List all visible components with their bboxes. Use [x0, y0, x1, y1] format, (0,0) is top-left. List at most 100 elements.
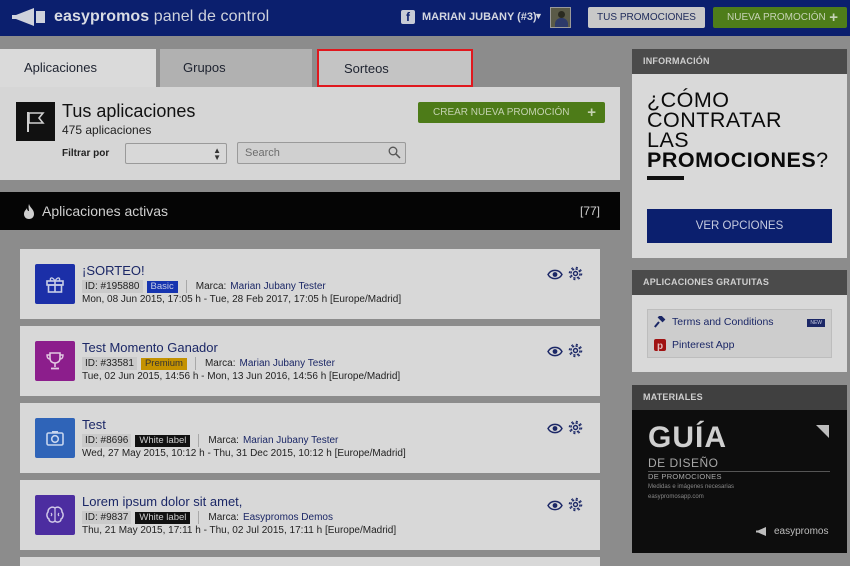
megaphone-icon	[756, 527, 766, 536]
info-headline: ¿CÓMO CONTRATAR LAS PROMOCIONES?	[647, 88, 829, 172]
flag-icon-box	[16, 102, 55, 141]
pinterest-icon: p	[654, 339, 666, 351]
app-name[interactable]: ¡SORTEO!	[82, 263, 145, 278]
tab-applications[interactable]: Aplicaciones	[0, 49, 156, 89]
app-meta: ID: #9837 White label Marca: Easypromos …	[82, 511, 333, 524]
brand-link[interactable]: Easypromos Demos	[243, 512, 333, 523]
brand-link[interactable]: Marian Jubany Tester	[240, 358, 335, 369]
svg-text:p: p	[657, 341, 663, 351]
app-name[interactable]: Test Momento Ganador	[82, 340, 218, 355]
information-panel: INFORMACIÓN ¿CÓMO CONTRATAR LAS PROMOCIO…	[632, 49, 847, 258]
free-app-pinterest[interactable]: p Pinterest App	[654, 339, 734, 351]
gear-icon[interactable]	[568, 420, 583, 435]
app-card[interactable]	[20, 557, 600, 566]
app-id: ID: #33581	[82, 357, 137, 370]
free-app-terms[interactable]: Terms and Conditions	[654, 316, 774, 328]
plus-icon: +	[829, 9, 838, 26]
tab-groups[interactable]: Grupos	[160, 49, 312, 87]
flag-icon	[27, 112, 45, 132]
cover-site: easypromosapp.com	[648, 494, 704, 500]
eye-icon[interactable]	[547, 423, 563, 434]
logo[interactable]: easypromos panel de control	[12, 7, 269, 27]
plan-badge: Basic	[146, 280, 178, 293]
logo-text: easypromos panel de control	[54, 8, 270, 25]
brand-label: Marca:	[195, 281, 227, 292]
divider	[647, 176, 684, 180]
gear-icon[interactable]	[568, 266, 583, 281]
top-bar: easypromos panel de control f MARIAN JUB…	[0, 0, 850, 36]
brand-link[interactable]: Marian Jubany Tester	[243, 435, 338, 446]
search-icon[interactable]	[388, 146, 401, 159]
applications-count: 475 aplicaciones	[62, 123, 152, 137]
brand-label: Marca:	[208, 435, 239, 446]
free-apps-header: APLICACIONES GRATUITAS	[632, 270, 847, 295]
caret-down-icon[interactable]: ▼	[534, 11, 543, 21]
app-id: ID: #195880	[82, 280, 143, 293]
plan-badge: White label	[135, 511, 191, 524]
select-arrows-icon: ▲ ▼	[213, 146, 221, 162]
free-apps-panel: APLICACIONES GRATUITAS Terms and Conditi…	[632, 270, 847, 372]
filter-select[interactable]: ▲ ▼	[125, 143, 227, 164]
gavel-icon	[654, 316, 666, 328]
filter-label: Filtrar por	[62, 148, 110, 159]
free-app-label: Terms and Conditions	[672, 316, 774, 328]
avatar[interactable]	[550, 7, 571, 28]
app-dates: Wed, 27 May 2015, 10:12 h - Thu, 31 Dec …	[82, 448, 406, 459]
free-apps-list: Terms and Conditions NEW p Pinterest App	[647, 309, 832, 358]
page-corner-icon	[816, 425, 829, 438]
gift-icon	[35, 264, 75, 304]
brand-label: Marca:	[204, 358, 236, 369]
cover-small-text: Medidas e imágenes necesarias	[648, 484, 735, 490]
eye-icon[interactable]	[547, 269, 563, 280]
app-dates: Tue, 02 Jun 2015, 14:56 h - Mon, 13 Jun …	[82, 371, 401, 382]
my-promotions-button[interactable]: TUS PROMOCIONES	[588, 7, 705, 28]
app-card[interactable]: ¡SORTEO! ID: #195880 Basic Marca: Marian…	[20, 249, 600, 319]
materials-header: MATERIALES	[632, 385, 847, 410]
app-card[interactable]: Lorem ipsum dolor sit amet, ID: #9837 Wh…	[20, 480, 600, 550]
materials-panel: MATERIALES GUÍA DE DISEÑO DE PROMOCIONES…	[632, 385, 847, 553]
plan-badge: White label	[135, 434, 191, 447]
create-promotion-label: CREAR NUEVA PROMOCIÓN	[433, 107, 570, 118]
active-applications-count: [77]	[580, 204, 601, 218]
view-options-button[interactable]: VER OPCIONES	[647, 209, 832, 243]
user-name[interactable]: MARIAN JUBANY (#3)	[422, 11, 537, 23]
app-id: ID: #8696	[82, 434, 132, 447]
plan-badge: Premium	[140, 357, 187, 370]
app-card[interactable]: Test Momento Ganador ID: #33581 Premium …	[20, 326, 600, 396]
brand-link[interactable]: Marian Jubany Tester	[230, 281, 325, 292]
information-header: INFORMACIÓN	[632, 49, 847, 74]
megaphone-icon	[12, 8, 45, 26]
app-name[interactable]: Lorem ipsum dolor sit amet,	[82, 494, 242, 509]
free-app-label: Pinterest App	[672, 339, 735, 351]
create-promotion-button[interactable]: CREAR NUEVA PROMOCIÓN +	[418, 102, 605, 123]
app-meta: ID: #8696 White label Marca: Marian Juba…	[82, 434, 338, 447]
eye-icon[interactable]	[547, 500, 563, 511]
app-name[interactable]: Test	[82, 417, 106, 432]
app-id: ID: #9837	[82, 511, 132, 524]
applications-panel: Tus aplicaciones 475 aplicaciones Filtra…	[0, 87, 620, 180]
new-promotion-button[interactable]: NUEVA PROMOCIÓN +	[713, 7, 847, 28]
tab-raffles[interactable]: Sorteos	[317, 49, 473, 87]
app-meta: ID: #195880 Basic Marca: Marian Jubany T…	[82, 280, 326, 293]
page-title: Tus aplicaciones	[62, 101, 196, 121]
app-card[interactable]: Test ID: #8696 White label Marca: Marian…	[20, 403, 600, 473]
new-promotion-label: NUEVA PROMOCIÓN	[727, 12, 826, 23]
cover-logo: easypromos	[756, 526, 828, 537]
gear-icon[interactable]	[568, 343, 583, 358]
trophy-icon	[35, 341, 75, 381]
gear-icon[interactable]	[568, 497, 583, 512]
facebook-icon: f	[401, 10, 415, 24]
app-dates: Mon, 08 Jun 2015, 17:05 h - Tue, 28 Feb …	[82, 294, 402, 305]
brand-label: Marca:	[208, 512, 239, 523]
plus-icon: +	[587, 104, 596, 121]
design-guide-cover[interactable]: GUÍA DE DISEÑO DE PROMOCIONES Medidas e …	[632, 410, 847, 553]
eye-icon[interactable]	[547, 346, 563, 357]
app-dates: Thu, 21 May 2015, 17:11 h - Thu, 02 Jul …	[82, 525, 397, 536]
app-meta: ID: #33581 Premium Marca: Marian Jubany …	[82, 357, 335, 370]
new-badge: NEW	[807, 319, 825, 327]
active-applications-header: Aplicaciones activas [77]	[0, 192, 620, 230]
camera-icon	[35, 418, 75, 458]
search-input[interactable]	[237, 142, 406, 164]
brain-icon	[35, 495, 75, 535]
cover-subtitle: DE DISEÑO	[648, 456, 719, 470]
